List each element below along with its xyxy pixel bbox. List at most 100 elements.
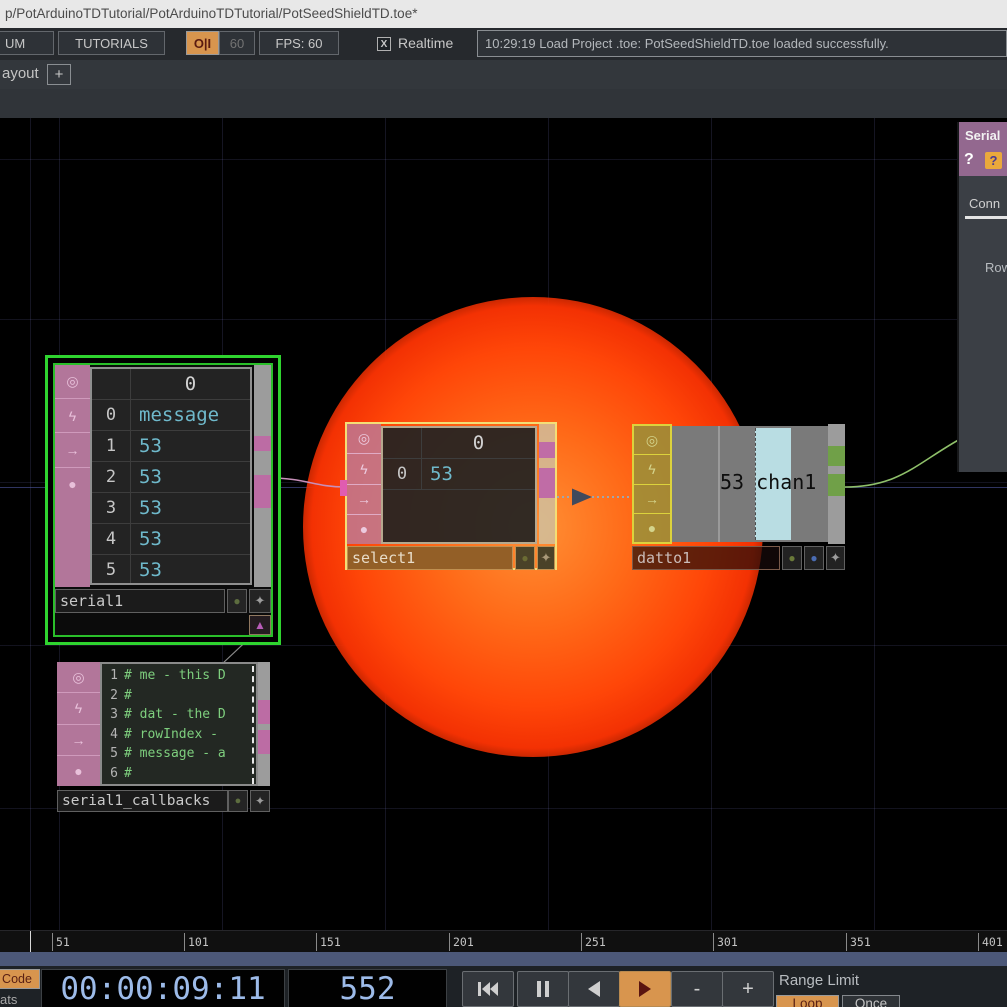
realtime-label: Realtime	[398, 35, 453, 51]
timeline-ruler[interactable]: 51 101 151 201 251 301 351 401	[0, 930, 1007, 952]
output-input-toggle[interactable]: O|I	[186, 31, 219, 55]
bypass-flag-icon[interactable]: →	[55, 433, 90, 467]
datto1-star-icon[interactable]: ✦	[826, 546, 845, 570]
callbacks-output-connector[interactable]	[258, 730, 270, 754]
channel-name: chan1	[756, 470, 816, 494]
layout-tab-label[interactable]: ayout	[2, 65, 39, 82]
pause-icon	[537, 981, 549, 997]
lock-flag-icon[interactable]: ●	[634, 514, 670, 542]
play-reverse-button[interactable]	[568, 971, 620, 1007]
datto1-output-connector[interactable]	[828, 474, 845, 496]
step-forward-button[interactable]: +	[722, 971, 774, 1007]
select1-input-connector[interactable]	[340, 480, 347, 496]
code-line: 1 # me - this D	[102, 666, 256, 686]
loop-button[interactable]: Loop	[776, 995, 839, 1007]
select1-viewer-dot-icon[interactable]: ●	[515, 546, 535, 570]
status-message: 10:29:19 Load Project .toe: PotSeedShiel…	[477, 30, 1007, 57]
bypass-flag-icon[interactable]: →	[634, 485, 670, 514]
transport-bar: Code ats 00:00:09:11 552	[0, 966, 1007, 1007]
cook-flag-icon[interactable]: ϟ	[57, 693, 100, 724]
node-serial1-flags: ◎ ϟ → ●	[55, 365, 90, 587]
column-header: 0	[422, 428, 535, 458]
python-help-icon[interactable]: ?	[985, 152, 1002, 169]
callbacks-viewer-dot-icon[interactable]: ●	[228, 790, 248, 812]
play-forward-button[interactable]	[619, 971, 671, 1007]
table-row: 2 53	[92, 462, 250, 493]
serial1-output-connector[interactable]	[254, 475, 271, 508]
code-line: 2 #	[102, 686, 256, 706]
fps-field[interactable]: FPS: 60	[259, 31, 339, 55]
tab-connect[interactable]: Conn	[969, 196, 1000, 211]
node-select1[interactable]: ◎ ϟ → ● 0 0 53 select1 ● ✦	[345, 422, 557, 570]
viewer-flag-icon[interactable]: ◎	[55, 365, 90, 399]
viewer-flag-icon[interactable]: ◎	[57, 662, 100, 693]
network-editor[interactable]: ◎ ϟ → ● 0 0 message 1	[0, 118, 1007, 930]
ruler-tick: 401	[978, 933, 1003, 951]
once-button[interactable]: Once	[842, 995, 900, 1007]
wire-datto1-out[interactable]	[845, 438, 962, 487]
help-icon[interactable]: ?	[964, 151, 974, 169]
frame-display: 552	[288, 969, 447, 1007]
serial1-viewer-dot-icon[interactable]: ●	[227, 589, 247, 613]
lock-flag-icon[interactable]: ●	[347, 515, 381, 544]
wire-serial1-to-select1[interactable]	[270, 478, 345, 487]
callbacks-name[interactable]: serial1_callbacks	[57, 790, 228, 812]
cook-flag-icon[interactable]: ϟ	[55, 399, 90, 433]
bypass-flag-icon[interactable]: →	[57, 725, 100, 756]
ruler-tick: 151	[316, 933, 341, 951]
serial1-output-connector[interactable]	[254, 436, 271, 451]
node-serial1-callbacks[interactable]: ◎ ϟ → ● 1 # me - this D 2 # 3 # dat - th…	[57, 662, 270, 812]
param-label-row: Row	[985, 260, 1007, 275]
code-line: 3 # dat - the D	[102, 705, 256, 725]
callbacks-code-viewer: 1 # me - this D 2 # 3 # dat - the D 4 # …	[100, 662, 258, 786]
node-datto1[interactable]: ◎ ϟ → ● 53 chan1 datto1 ● ● ✦	[632, 422, 845, 570]
add-layout-button[interactable]: +	[47, 64, 71, 85]
menu-bar: UM TUTORIALS O|I 60 FPS: 60 X Realtime 1…	[0, 28, 1007, 60]
cook-flag-icon[interactable]: ϟ	[347, 454, 381, 484]
callbacks-star-icon[interactable]: ✦	[250, 790, 270, 812]
touchdesigner-window: p/PotArduinoTDTutorial/PotArduinoTDTutor…	[0, 0, 1007, 1007]
ruler-tick: 351	[846, 933, 871, 951]
ruler-tick: 301	[713, 933, 738, 951]
node-serial1[interactable]: ◎ ϟ → ● 0 0 message 1	[53, 363, 273, 637]
select1-output-connector[interactable]	[539, 442, 555, 458]
album-button[interactable]: UM	[0, 31, 54, 55]
callbacks-scrollbar[interactable]	[258, 662, 270, 786]
skip-to-start-button[interactable]	[462, 971, 514, 1007]
select1-star-icon[interactable]: ✦	[537, 546, 555, 570]
layout-bar: ayout +	[0, 60, 1007, 89]
rate-field[interactable]: 60	[219, 31, 255, 55]
parameter-panel-title: Serial	[959, 122, 1007, 148]
viewer-flag-icon[interactable]: ◎	[347, 424, 381, 454]
datto1-export-dot-icon[interactable]: ●	[804, 546, 824, 570]
cook-flag-icon[interactable]: ϟ	[634, 455, 670, 484]
lock-flag-icon[interactable]: ●	[55, 468, 90, 501]
select1-name[interactable]: select1	[347, 546, 513, 570]
lock-flag-icon[interactable]: ●	[57, 756, 100, 786]
timeline-range-bar[interactable]	[0, 952, 1007, 966]
pause-button[interactable]	[517, 971, 569, 1007]
pane-bar	[0, 89, 1007, 118]
step-back-button[interactable]: -	[671, 971, 723, 1007]
tutorials-button[interactable]: TUTORIALS	[58, 31, 165, 55]
bypass-flag-icon[interactable]: →	[347, 485, 381, 515]
table-header-row: 0	[92, 369, 250, 400]
play-forward-icon	[639, 981, 651, 997]
wire-direction-arrow-icon	[572, 489, 592, 506]
callbacks-output-connector[interactable]	[258, 700, 270, 724]
select1-output-connector[interactable]	[539, 468, 555, 498]
tab-beats[interactable]: ats	[0, 992, 17, 1007]
datto1-viewer-dot-icon[interactable]: ●	[782, 546, 802, 570]
datto1-name[interactable]: datto1	[632, 546, 780, 570]
parameter-panel-icons: ? ?	[959, 148, 1007, 176]
datto1-output-connector[interactable]	[828, 446, 845, 466]
code-line: 4 # rowIndex -	[102, 725, 256, 745]
serial1-star-icon[interactable]: ✦	[249, 589, 271, 613]
range-limit-label: Range Limit	[779, 972, 859, 989]
serial1-name[interactable]: serial1	[55, 589, 225, 613]
realtime-checkbox[interactable]: X	[377, 37, 391, 51]
table-header-row: 0	[383, 428, 535, 459]
serial1-dock-arrow-icon[interactable]: ▲	[249, 615, 271, 635]
viewer-flag-icon[interactable]: ◎	[634, 426, 670, 455]
tab-code[interactable]: Code	[0, 969, 40, 989]
